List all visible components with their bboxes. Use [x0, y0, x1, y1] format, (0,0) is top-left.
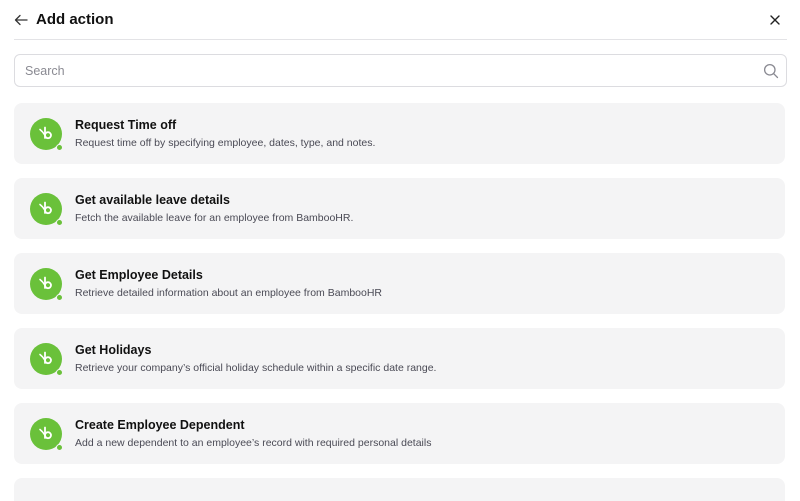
action-title: Create Employee Dependent — [75, 418, 245, 432]
panel-header: Add action — [14, 0, 787, 40]
bamboohr-logo-icon — [30, 417, 63, 451]
bamboohr-logo-icon — [30, 267, 63, 301]
back-button[interactable] — [14, 10, 34, 30]
close-button[interactable] — [765, 10, 785, 30]
page-title: Add action — [36, 11, 114, 28]
action-card-create-employee-dependent[interactable]: Create Employee Dependent Add a new depe… — [14, 403, 785, 464]
action-list: Request Time off Request time off by spe… — [14, 103, 785, 501]
action-title: Request Time off — [75, 118, 177, 132]
action-title: Get Employee Details — [75, 268, 203, 282]
search-input[interactable] — [15, 55, 756, 86]
bamboohr-logo-icon — [30, 117, 63, 151]
arrow-left-icon — [14, 14, 28, 25]
action-description: Request time off by specifying employee,… — [75, 137, 376, 149]
action-card-get-available-leave-details[interactable]: Get available leave details Fetch the av… — [14, 178, 785, 239]
search-icon[interactable] — [756, 55, 786, 86]
action-card-get-employee-details[interactable]: Get Employee Details Retrieve detailed i… — [14, 253, 785, 314]
add-action-panel: Add action Request Ti — [0, 0, 800, 501]
action-card-request-time-off[interactable]: Request Time off Request time off by spe… — [14, 103, 785, 164]
close-icon — [770, 15, 780, 25]
action-description: Fetch the available leave for an employe… — [75, 212, 354, 224]
action-description: Retrieve your company’s official holiday… — [75, 362, 437, 374]
action-description: Add a new dependent to an employee’s rec… — [75, 437, 432, 449]
bamboohr-logo-icon — [30, 342, 63, 376]
action-card-partial[interactable] — [14, 478, 785, 501]
action-card-get-holidays[interactable]: Get Holidays Retrieve your company’s off… — [14, 328, 785, 389]
action-title: Get available leave details — [75, 193, 230, 207]
bamboohr-logo-icon — [30, 192, 63, 226]
action-title: Get Holidays — [75, 343, 152, 357]
search-box — [14, 54, 787, 87]
action-description: Retrieve detailed information about an e… — [75, 287, 382, 299]
